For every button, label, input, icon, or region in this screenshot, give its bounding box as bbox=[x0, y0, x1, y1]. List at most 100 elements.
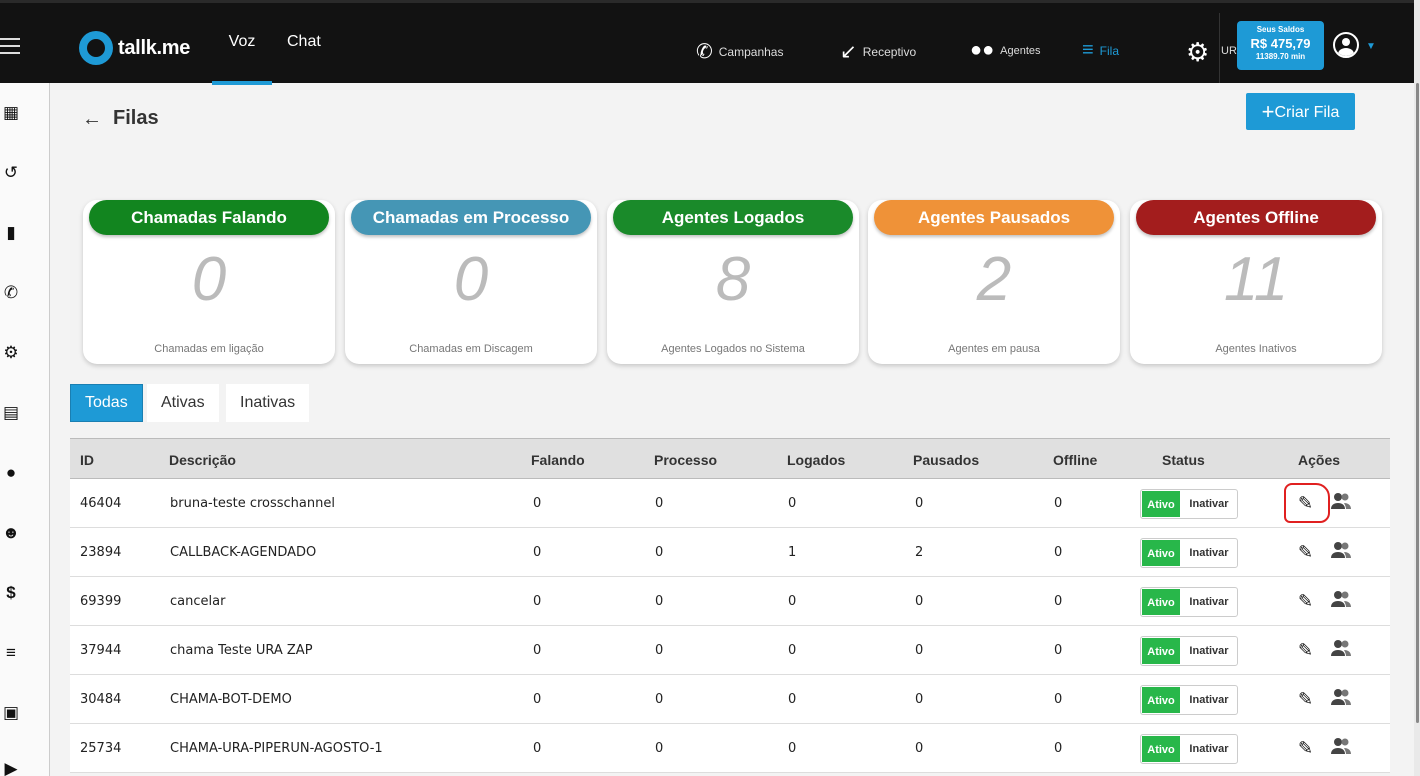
cell-offline: 0 bbox=[1054, 643, 1063, 658]
cell-logados: 0 bbox=[788, 692, 797, 707]
clipboard-icon[interactable]: ▤ bbox=[0, 403, 22, 423]
ura-label[interactable]: UR bbox=[1221, 45, 1237, 57]
cell-processo: 0 bbox=[655, 692, 664, 707]
cell-id: 69399 bbox=[80, 594, 122, 609]
card-title: Agentes Logados bbox=[613, 200, 853, 235]
users-icon[interactable] bbox=[1330, 687, 1352, 707]
create-queue-label: Criar Fila bbox=[1274, 103, 1340, 121]
cell-desc: cancelar bbox=[170, 594, 226, 609]
status-toggle[interactable]: Ativo Inativar bbox=[1140, 685, 1238, 715]
queue-list-icon[interactable]: ≡ bbox=[0, 643, 22, 663]
users-icon[interactable] bbox=[1330, 540, 1352, 560]
col-id[interactable]: ID bbox=[80, 452, 94, 468]
gear-icon[interactable]: ⚙ bbox=[0, 343, 22, 363]
balance-label: Seus Saldos bbox=[1256, 25, 1305, 34]
status-deactivate[interactable]: Inativar bbox=[1181, 490, 1237, 518]
col-logados[interactable]: Logados bbox=[787, 452, 845, 468]
logo[interactable]: tallk.me bbox=[79, 31, 190, 65]
chevron-down-icon[interactable]: ▼ bbox=[1366, 41, 1376, 52]
tab-chat[interactable]: Chat bbox=[287, 33, 321, 51]
card-title: Chamadas Falando bbox=[89, 200, 329, 235]
status-toggle[interactable]: Ativo Inativar bbox=[1140, 489, 1238, 519]
pencil-icon[interactable]: ✎ bbox=[1298, 591, 1313, 612]
incoming-call-icon[interactable]: ✆ bbox=[0, 283, 22, 303]
col-falando[interactable]: Falando bbox=[531, 452, 585, 468]
status-active[interactable]: Ativo bbox=[1141, 637, 1181, 665]
status-toggle[interactable]: Ativo Inativar bbox=[1140, 587, 1238, 617]
pencil-icon[interactable]: ✎ bbox=[1298, 640, 1313, 661]
status-active[interactable]: Ativo bbox=[1141, 490, 1181, 518]
col-acoes: Ações bbox=[1298, 452, 1341, 468]
nav-receptivo[interactable]: ↙ Receptivo bbox=[840, 39, 916, 64]
status-active[interactable]: Ativo bbox=[1141, 539, 1181, 567]
cell-pausados: 0 bbox=[915, 741, 924, 756]
dollar-icon[interactable]: $ bbox=[0, 583, 22, 603]
cell-offline: 0 bbox=[1054, 496, 1063, 511]
nav-fila-label: Fila bbox=[1099, 43, 1120, 58]
status-active[interactable]: Ativo bbox=[1141, 588, 1181, 616]
status-deactivate[interactable]: Inativar bbox=[1181, 588, 1237, 616]
pencil-icon[interactable]: ✎ bbox=[1298, 542, 1313, 563]
scrollbar-thumb[interactable] bbox=[1416, 83, 1419, 723]
avatar[interactable] bbox=[1333, 32, 1359, 58]
cell-id: 30484 bbox=[80, 692, 122, 707]
divider bbox=[1219, 13, 1220, 83]
menu-icon[interactable] bbox=[0, 38, 20, 59]
nav-receptivo-label: Receptivo bbox=[862, 44, 917, 59]
chat-bubble-icon[interactable]: ▮ bbox=[0, 223, 22, 243]
col-pausados[interactable]: Pausados bbox=[913, 452, 979, 468]
filter-ativas[interactable]: Ativas bbox=[147, 384, 219, 422]
status-toggle[interactable]: Ativo Inativar bbox=[1140, 538, 1238, 568]
status-toggle[interactable]: Ativo Inativar bbox=[1140, 734, 1238, 764]
cell-offline: 0 bbox=[1054, 545, 1063, 560]
card-subtitle: Agentes em pausa bbox=[948, 343, 1040, 355]
filter-inativas[interactable]: Inativas bbox=[226, 384, 310, 422]
tag-icon[interactable]: ▶ bbox=[0, 759, 22, 776]
users-icon[interactable] bbox=[1330, 491, 1352, 511]
status-deactivate[interactable]: Inativar bbox=[1181, 539, 1237, 567]
col-processo[interactable]: Processo bbox=[654, 452, 717, 468]
logo-icon bbox=[79, 31, 113, 65]
status-deactivate[interactable]: Inativar bbox=[1181, 735, 1237, 763]
col-descricao[interactable]: Descrição bbox=[169, 452, 236, 468]
person-icon[interactable]: ☻ bbox=[0, 523, 22, 543]
cell-offline: 0 bbox=[1054, 594, 1063, 609]
col-offline[interactable]: Offline bbox=[1053, 452, 1097, 468]
balance-amount: R$ 475,79 bbox=[1250, 36, 1311, 51]
cell-desc: CHAMA-URA-PIPERUN-AGOSTO-1 bbox=[170, 741, 383, 756]
device-icon[interactable]: ▣ bbox=[0, 703, 22, 723]
gear-icon[interactable]: ⚙ bbox=[1186, 37, 1209, 68]
cell-falando: 0 bbox=[533, 545, 542, 560]
balance-badge[interactable]: Seus Saldos R$ 475,79 11389.70 min bbox=[1237, 21, 1324, 70]
cell-desc: CALLBACK-AGENDADO bbox=[170, 545, 317, 560]
create-queue-button[interactable]: +Criar Fila bbox=[1246, 93, 1355, 130]
users-icon[interactable] bbox=[1330, 589, 1352, 609]
nav-fila[interactable]: ≡ Fila bbox=[1082, 39, 1119, 62]
cell-pausados: 0 bbox=[915, 594, 924, 609]
queues-table: ID Descrição Falando Processo Logados Pa… bbox=[70, 438, 1390, 773]
status-active[interactable]: Ativo bbox=[1141, 686, 1181, 714]
page-title: Filas bbox=[113, 107, 159, 129]
cell-id: 25734 bbox=[80, 741, 122, 756]
dashboard-icon[interactable]: ▦ bbox=[0, 103, 22, 123]
agents-icon[interactable]: ● bbox=[0, 463, 22, 483]
status-toggle[interactable]: Ativo Inativar bbox=[1140, 636, 1238, 666]
cell-pausados: 0 bbox=[915, 692, 924, 707]
nav-campanhas[interactable]: ✆ Campanhas bbox=[696, 39, 783, 64]
pencil-icon[interactable]: ✎ bbox=[1298, 689, 1313, 710]
status-active[interactable]: Ativo bbox=[1141, 735, 1181, 763]
users-icon[interactable] bbox=[1330, 638, 1352, 658]
pencil-icon[interactable]: ✎ bbox=[1298, 738, 1313, 759]
card-subtitle: Chamadas em ligação bbox=[154, 343, 264, 355]
nav-agentes[interactable]: ●● Agentes bbox=[970, 39, 1041, 62]
users-icon[interactable] bbox=[1330, 736, 1352, 756]
card-chamadas-falando: Chamadas Falando 0 Chamadas em ligação bbox=[83, 200, 335, 364]
filter-todas[interactable]: Todas bbox=[70, 384, 143, 422]
tab-voz[interactable]: Voz bbox=[212, 33, 272, 83]
nav-agentes-label: Agentes bbox=[1000, 44, 1041, 57]
status-deactivate[interactable]: Inativar bbox=[1181, 686, 1237, 714]
status-deactivate[interactable]: Inativar bbox=[1181, 637, 1237, 665]
cell-logados: 0 bbox=[788, 741, 797, 756]
history-icon[interactable]: ↺ bbox=[0, 163, 22, 183]
back-arrow-icon[interactable]: ← bbox=[82, 108, 102, 131]
